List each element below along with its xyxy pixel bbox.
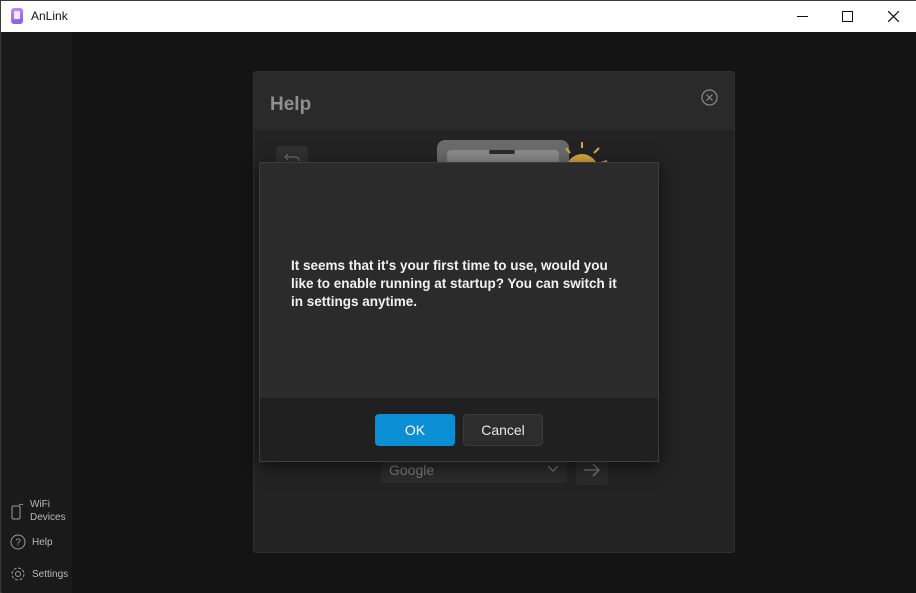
ok-button[interactable]: OK — [375, 414, 455, 446]
close-window-button[interactable] — [870, 1, 916, 32]
sidebar-item-help[interactable]: ? Help — [10, 534, 53, 550]
arrow-right-icon — [584, 463, 600, 477]
maximize-icon — [841, 11, 853, 22]
dialog-message: It seems that it's your first time to us… — [291, 258, 617, 309]
minimize-button[interactable] — [779, 1, 825, 32]
sidebar-item-label: Help — [32, 536, 53, 548]
help-title: Help — [270, 94, 312, 115]
phone-notch — [489, 150, 515, 154]
sidebar: WiFi Devices ? Help Settings — [2, 32, 72, 593]
close-circle-icon[interactable] — [701, 89, 718, 106]
sidebar-item-wifi-devices[interactable]: WiFi Devices — [10, 498, 66, 524]
sidebar-item-label: Settings — [32, 568, 69, 580]
cancel-button[interactable]: Cancel — [463, 414, 543, 446]
gear-icon — [11, 567, 25, 581]
dialog-footer: OK Cancel — [260, 398, 658, 461]
phone-wifi-icon — [11, 503, 24, 520]
title-bar[interactable]: AnLink — [1, 1, 916, 32]
help-header: Help — [254, 72, 734, 130]
startup-dialog: It seems that it's your first time to us… — [259, 162, 659, 462]
language-select-value: Google — [389, 462, 435, 478]
window-title: AnLink — [31, 9, 68, 23]
anlink-logo-icon — [11, 8, 23, 24]
svg-text:?: ? — [15, 538, 21, 549]
maximize-button[interactable] — [824, 1, 870, 32]
help-circle-icon: ? — [10, 534, 26, 550]
app-window: AnLink WiFi Devices ? Help Settings Help — [0, 0, 916, 593]
minimize-icon — [796, 16, 808, 17]
close-icon — [887, 11, 899, 22]
chevron-down-icon — [547, 465, 559, 472]
sidebar-item-label: WiFi Devices — [30, 499, 66, 523]
sidebar-item-settings[interactable]: Settings — [10, 566, 68, 582]
